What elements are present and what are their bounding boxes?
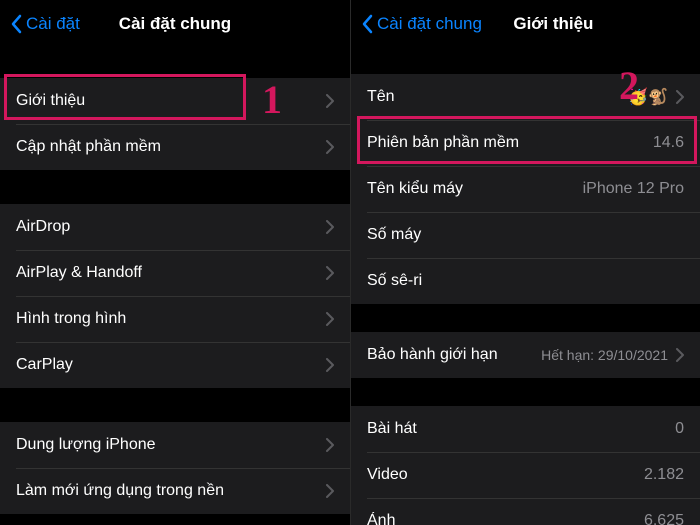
chevron-right-icon [326,358,334,372]
row-software-version[interactable]: Phiên bản phần mềm 14.6 [351,120,700,166]
row-about[interactable]: Giới thiệu [0,78,350,124]
page-title: Cài đặt chung [119,14,231,34]
back-label: Cài đặt chung [377,14,482,34]
row-label: Giới thiệu [16,92,318,110]
row-label: Cập nhật phần mềm [16,138,318,156]
about-group: Bảo hành giới hạn Hết hạn: 29/10/2021 [351,332,700,378]
chevron-left-icon [361,14,373,34]
row-name[interactable]: Tên 🥳🐒 [351,74,700,120]
back-button[interactable]: Cài đặt [10,14,80,34]
chevron-right-icon [326,438,334,452]
row-warranty[interactable]: Bảo hành giới hạn Hết hạn: 29/10/2021 [351,332,700,378]
chevron-right-icon [676,348,684,362]
row-value: 6.625 [644,512,684,525]
row-storage[interactable]: Dung lượng iPhone [0,422,350,468]
row-label: Video [367,466,636,484]
row-label: Dung lượng iPhone [16,436,318,454]
row-label: Tên kiểu máy [367,180,575,198]
row-label: Bảo hành giới hạn [367,346,533,364]
chevron-right-icon [676,90,684,104]
chevron-right-icon [326,312,334,326]
row-model-number[interactable]: Số máy [351,212,700,258]
chevron-left-icon [10,14,22,34]
settings-group: Giới thiệu Cập nhật phần mềm [0,78,350,170]
about-group: Tên 🥳🐒 Phiên bản phần mềm 14.6 Tên kiểu … [351,74,700,304]
row-label: Phiên bản phần mềm [367,134,645,152]
row-pip[interactable]: Hình trong hình [0,296,350,342]
chevron-right-icon [326,220,334,234]
row-label: Ảnh [367,512,636,525]
chevron-right-icon [326,266,334,280]
row-value: 2.182 [644,466,684,484]
row-label: Làm mới ứng dụng trong nền [16,482,318,500]
row-photos[interactable]: Ảnh 6.625 [351,498,700,525]
settings-group: AirDrop AirPlay & Handoff Hình trong hìn… [0,204,350,388]
row-videos[interactable]: Video 2.182 [351,452,700,498]
settings-list: Giới thiệu Cập nhật phần mềm AirDrop Air… [0,48,350,525]
about-list: Tên 🥳🐒 Phiên bản phần mềm 14.6 Tên kiểu … [351,48,700,525]
settings-group: Dung lượng iPhone Làm mới ứng dụng trong… [0,422,350,514]
row-airdrop[interactable]: AirDrop [0,204,350,250]
row-value: 🥳🐒 [628,87,668,107]
row-model-name[interactable]: Tên kiểu máy iPhone 12 Pro [351,166,700,212]
row-value: iPhone 12 Pro [583,180,684,198]
page-title: Giới thiệu [513,14,593,34]
nav-header: Cài đặt Cài đặt chung [0,0,350,48]
general-settings-pane: Cài đặt Cài đặt chung Giới thiệu Cập nhậ… [0,0,350,525]
about-pane: Cài đặt chung Giới thiệu Tên 🥳🐒 Phiên bả… [350,0,700,525]
back-label: Cài đặt [26,14,80,34]
row-label: AirDrop [16,218,318,236]
nav-header: Cài đặt chung Giới thiệu [351,0,700,48]
row-airplay[interactable]: AirPlay & Handoff [0,250,350,296]
chevron-right-icon [326,94,334,108]
row-songs[interactable]: Bài hát 0 [351,406,700,452]
row-carplay[interactable]: CarPlay [0,342,350,388]
row-label: Hình trong hình [16,310,318,328]
row-value: 0 [675,420,684,438]
row-background-refresh[interactable]: Làm mới ứng dụng trong nền [0,468,350,514]
chevron-right-icon [326,484,334,498]
row-label: AirPlay & Handoff [16,264,318,282]
row-label: Bài hát [367,420,667,438]
row-value: 14.6 [653,134,684,152]
chevron-right-icon [326,140,334,154]
back-button[interactable]: Cài đặt chung [361,14,482,34]
row-value: Hết hạn: 29/10/2021 [541,347,668,363]
row-software-update[interactable]: Cập nhật phần mềm [0,124,350,170]
row-label: Tên [367,88,620,106]
row-label: CarPlay [16,356,318,374]
row-label: Số máy [367,226,676,244]
row-label: Số sê-ri [367,272,676,290]
about-group: Bài hát 0 Video 2.182 Ảnh 6.625 [351,406,700,525]
row-serial[interactable]: Số sê-ri [351,258,700,304]
